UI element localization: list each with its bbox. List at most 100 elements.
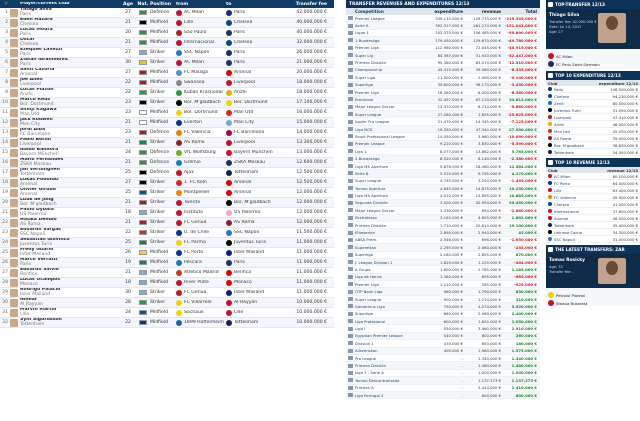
list-item[interactable]: Arsenal 36.500.000 € [546,215,640,222]
club-name-link[interactable]: Chelsea [554,94,569,99]
table-row[interactable]: Serie B 5.525.000 € 9.795.000 € 4.270.000 € [346,170,540,178]
table-row[interactable]: 15 Naldo Bandora Bayern München 24 Defence Vf… [0,148,334,158]
from-club-name[interactable]: Swansea [184,80,204,85]
table-row[interactable]: Primera División 95.380.000 € 83.070.000 €… [346,59,540,67]
club-cell[interactable]: Lille [548,188,562,193]
from-club[interactable]: Ajax [176,169,226,176]
from-club[interactable]: Sochaux [176,309,226,316]
from-club-name[interactable]: Instituto [184,210,203,215]
top-transfer-card[interactable]: Thiago Silva Transfer fee: 42.000.000 € … [546,9,640,49]
to-club[interactable]: Juventus Turin [226,239,276,246]
club-name-link[interactable]: Zenit [554,101,564,106]
to-club[interactable]: ZSKA Moskau [226,159,276,166]
table-row[interactable]: Liga MX Apertura 4.010.000 € 14.895.000 € 1… [346,192,540,200]
from-club-name[interactable]: Sao Paulo [184,30,206,35]
club-cell[interactable]: Tottenham [548,150,574,155]
competition-link[interactable]: Liga I [355,326,423,331]
from-club-name[interactable]: VfL Wolfsburg [184,150,216,155]
to-club-name[interactable]: Inter Mailand [234,290,264,295]
from-club[interactable]: Swansea [176,79,226,86]
competition-link[interactable]: Jupiler Pro League [355,119,423,124]
competition-link[interactable]: 1.Bundesliga [355,38,423,43]
latest-transfer-from[interactable]: Petrolul Ploiesti [548,292,638,298]
competition-link[interactable]: Eliteserien [355,230,423,235]
to-club-name[interactable]: FC Barcelona [234,130,264,135]
from-club-name[interactable]: U. de Chile [184,230,209,235]
competition-link[interactable]: Torneo Descentralizado [355,378,423,383]
from-club-name[interactable]: Atlético Madrid [184,270,219,275]
table-row[interactable]: Pro League - 1.340.000 € 1.340.000 € [346,355,540,363]
club-cell[interactable]: Paris [548,87,563,92]
club-cell[interactable]: AS Roma [548,136,571,141]
from-club-name[interactable]: FC Genua [184,220,206,225]
table-row[interactable]: Liga I 550.000 € 3.460.000 € 2.910.000 € [346,325,540,333]
from-club-name[interactable]: River Plate [184,280,209,285]
competition-link[interactable]: Super League [355,112,423,117]
table-row[interactable]: Jupiler Pro League 21.470.000 € 14.345.000… [346,118,540,126]
list-item[interactable]: Man Utd 45.030.000 € [546,128,640,135]
from-club[interactable]: Bor. Dortmund [176,109,226,116]
table-row[interactable]: Super Liga 11.500.000 € 2.400.000 € -9.100.… [346,74,540,82]
to-club[interactable]: US Palermo [226,209,276,216]
table-row[interactable]: 32 Sylfi Sigurdsson Tottenham 22 Midfield 189… [0,318,334,328]
table-row[interactable]: 31 Marvin Martin Lille 24 Midfield Sochaux Lil… [0,308,334,318]
from-club[interactable]: FC Malaga [176,69,226,76]
list-item[interactable]: Zenit 80.000.000 € [546,100,640,107]
header-competition[interactable]: Competition [355,9,423,14]
table-row[interactable]: Liga NOS 19.350.000 € 47.340.000 € 27.990.0… [346,125,540,134]
from-club[interactable]: Atlético Madrid [176,269,226,276]
table-row[interactable]: Egyptian Premier League 540.000 € 800.000 … [346,332,540,341]
competition-link[interactable]: Liga MX Apertura [355,193,423,198]
club-cell[interactable]: Zenit [548,101,564,106]
table-row[interactable]: 22 Hatika Dembo AS Roma 21 Striker FC Genua AS… [0,218,334,228]
from-club[interactable]: FC Porto [176,249,226,256]
table-row[interactable]: Superliga 2.185.000 € 2.855.000 € 670.000 € [346,252,540,259]
from-club[interactable]: River Plate [176,279,226,286]
table-row[interactable]: Superliga 660.000 € 2.060.000 € 1.400.000 € [346,311,540,319]
from-club-name[interactable]: Internacional [184,40,214,45]
to-club-name[interactable]: Liverpool [234,140,255,145]
club-name-link[interactable]: Internacional [554,209,579,214]
club-name-link[interactable]: Paris [554,87,563,92]
competition-link[interactable]: Major League Soccer [355,208,423,213]
club-cell[interactable]: Anzhi [548,122,564,127]
table-row[interactable]: Premier League 9.220.000 € 3.830.000 € -5.3… [346,140,540,149]
table-row[interactable]: 9 Lucas Piazon Anzhi 22 Striker Kuban Krasnod… [0,88,334,98]
from-club[interactable]: FC Genua [176,219,226,226]
from-club-name[interactable]: Ajax [184,170,194,175]
table-row[interactable]: Liga 1 8.077.000 € 13.862.000 € 5.785.000 € [346,148,540,156]
to-club[interactable]: FC Barcelona [226,129,276,136]
from-club-name[interactable]: 1899 Hoffenheim [184,320,224,325]
to-club[interactable]: Inter Mailand [226,249,276,256]
from-club-name[interactable]: FC Valencia [184,130,211,135]
from-club[interactable]: FC Genua [176,289,226,296]
to-club-name[interactable]: Tottenham [234,320,258,325]
club-cell[interactable]: Tottenham [548,223,574,228]
club-name-link[interactable]: Udinese Calcio [554,230,582,235]
header-position[interactable]: Position [150,2,176,7]
from-club[interactable]: AC Milan [176,9,226,16]
competition-link[interactable]: Primera División [355,223,423,228]
competition-link[interactable]: Segunda División [355,200,423,205]
competition-link[interactable]: Torneo Apertura [355,186,423,191]
to-club-name[interactable]: Paris [234,10,245,15]
to-club-name[interactable]: Man City [234,120,254,125]
table-row[interactable]: 7 Santi Cazorla Arsenal 27 Midfield FC Malaga… [0,68,334,78]
to-club-name[interactable]: Man Utd [234,110,253,115]
table-row[interactable]: Torneo Apertura 4.645.000 € 14.875.000 € 10… [346,184,540,193]
to-club-name[interactable]: Chelsea [234,40,252,45]
from-club[interactable]: Lille [176,19,226,26]
to-club[interactable]: Man Utd [226,109,276,116]
competition-link[interactable]: Super Lig [355,53,423,58]
to-club[interactable]: Bayern München [226,149,276,156]
from-club[interactable]: AC Milan [176,59,226,66]
from-club[interactable]: Twente [176,199,226,206]
competition-link[interactable]: Superliga [355,82,423,87]
table-row[interactable]: 2 Eden Hazard Chelsea 21 Midfield Lille Chelse… [0,18,334,28]
club-cell[interactable]: Bor. M'gladbach [548,143,584,148]
table-row[interactable]: 2.Bundesliga 8.520.000 € 6.140.000 € -2.380… [346,155,540,163]
competition-link[interactable]: J. League Division 1 [355,260,423,265]
competition-link[interactable]: Superliga [355,252,423,257]
header-total[interactable]: Total [501,9,539,14]
to-club-name[interactable]: Bor. Dortmund [234,100,268,105]
